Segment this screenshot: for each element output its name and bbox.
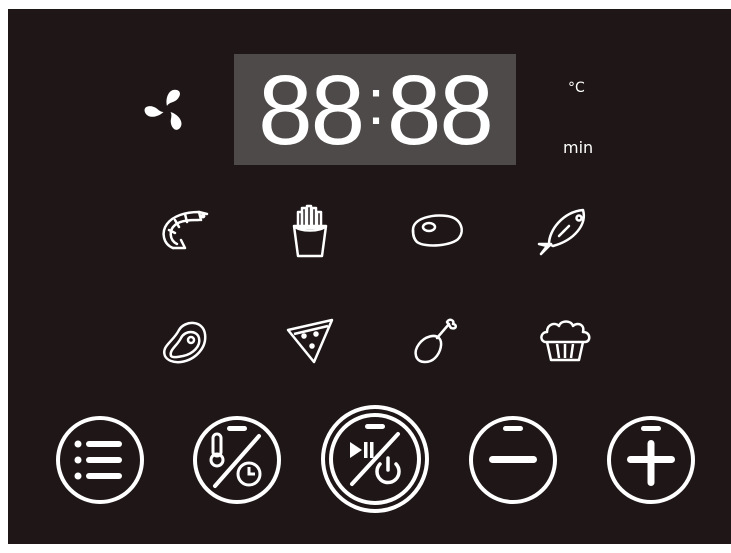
time-temperature-display: 88 : 88: [234, 54, 516, 165]
plus-icon: [607, 416, 695, 504]
minutes-unit-label: min: [563, 138, 594, 157]
fish-icon[interactable]: [535, 200, 595, 260]
fan-icon: [141, 84, 193, 136]
menu-button[interactable]: [54, 414, 146, 506]
pizza-slice-icon[interactable]: [280, 312, 340, 372]
temperature-time-button[interactable]: [191, 414, 283, 506]
celsius-unit-label: °C: [568, 80, 585, 96]
start-pause-power-icon: [321, 405, 429, 513]
fries-icon[interactable]: [280, 200, 340, 260]
meat-chop-icon[interactable]: [155, 312, 215, 372]
minus-icon: [469, 416, 557, 504]
start-pause-power-button[interactable]: [320, 404, 430, 514]
menu-list-icon: [56, 416, 144, 504]
display-colon: :: [367, 65, 385, 138]
display-digits-right: 88: [386, 54, 494, 165]
chicken-leg-icon[interactable]: [405, 312, 465, 372]
minus-button[interactable]: [467, 414, 559, 506]
steak-icon[interactable]: [405, 200, 465, 260]
display-digits-left: 88: [258, 54, 365, 165]
cake-icon[interactable]: [535, 312, 595, 372]
temperature-time-icon: [193, 416, 281, 504]
plus-button[interactable]: [605, 414, 697, 506]
shrimp-icon[interactable]: [155, 200, 215, 260]
